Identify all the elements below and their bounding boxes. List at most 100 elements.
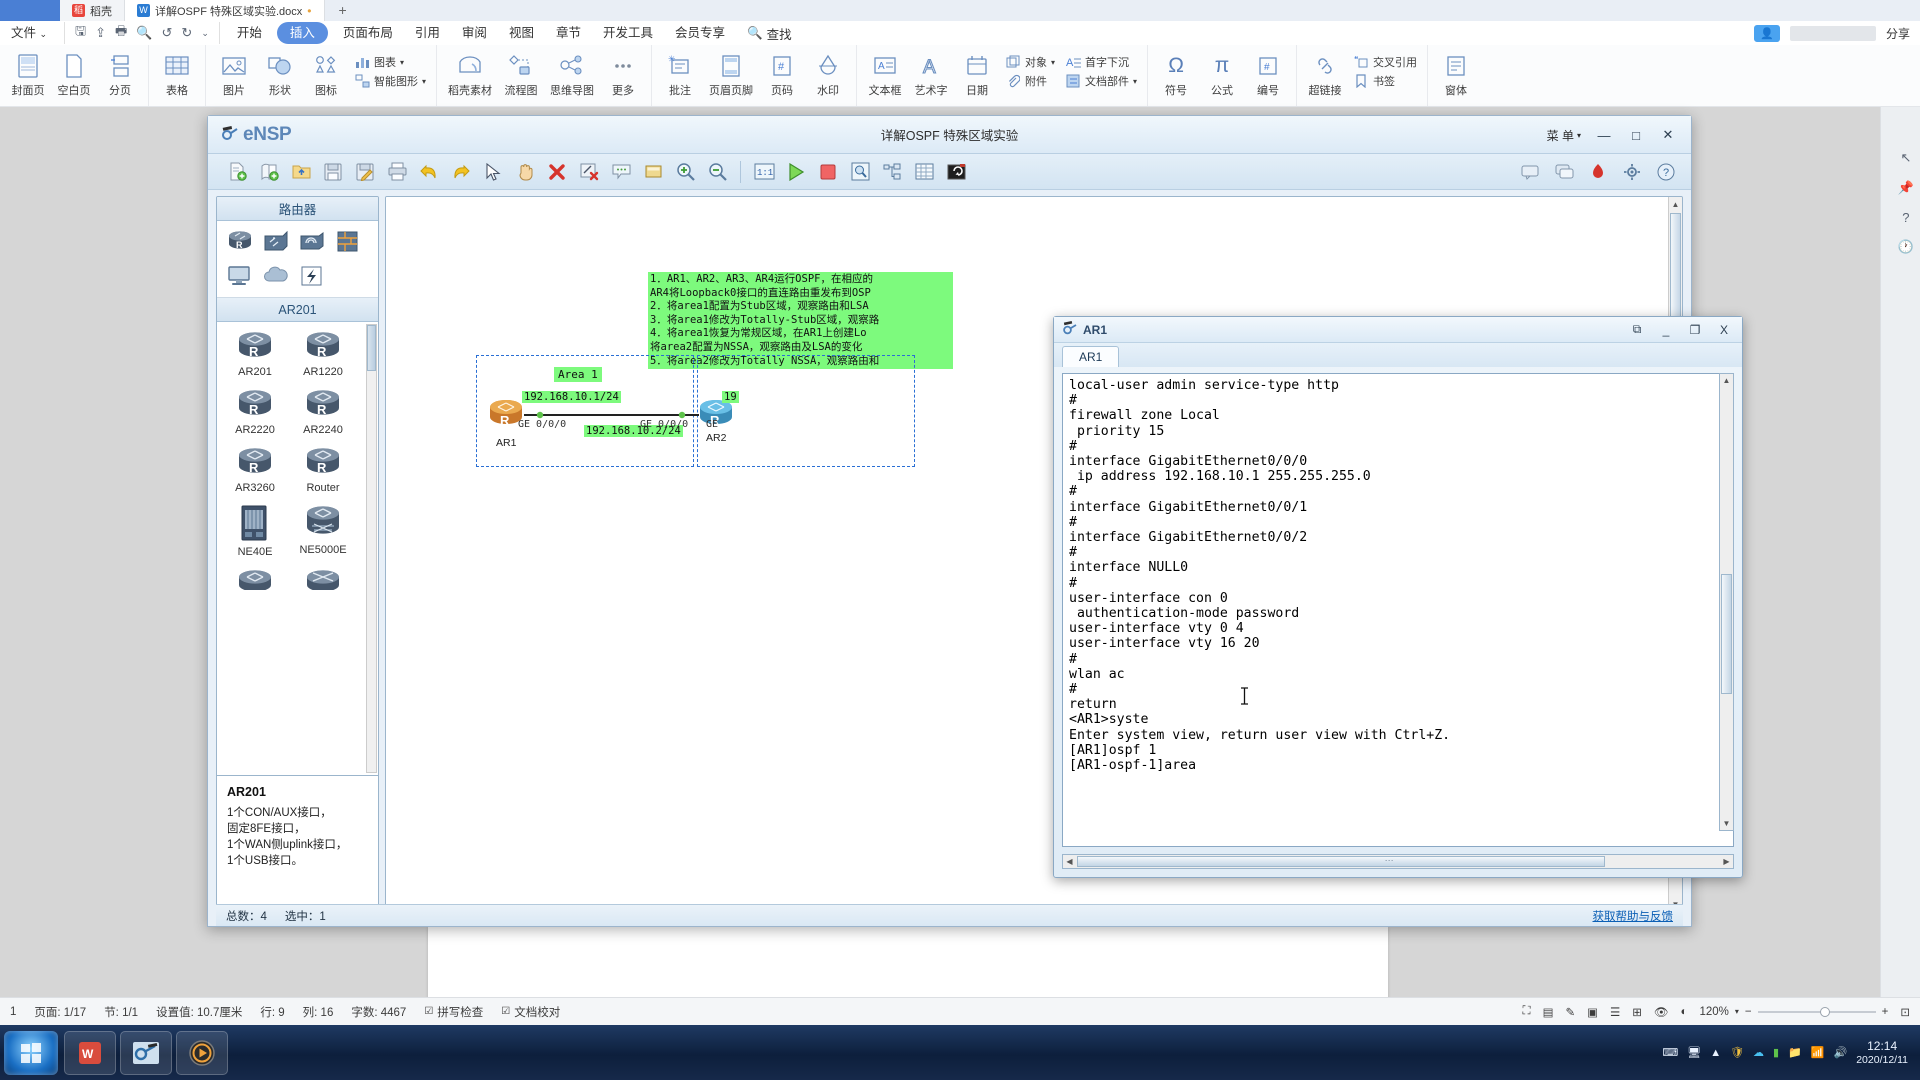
ribbon-doc-parts[interactable]: 文档部件 ▾ [1065,73,1137,89]
delete-icon[interactable] [542,158,572,186]
volume-icon[interactable]: 🔊 [1834,1046,1848,1059]
zoom-out-button[interactable]: − [1745,1006,1752,1018]
ribbon-shapes[interactable]: 形状 [258,49,302,100]
ensp-minimize-button[interactable]: — [1589,124,1619,146]
pin-tool-icon[interactable]: 📌 [1898,180,1914,196]
device-item-ar201[interactable]: R AR201 [221,330,289,378]
tab-document[interactable]: W 详解OSPF 特殊区域实验.docx • [125,0,325,21]
new-tab-button[interactable]: + [325,0,361,21]
device-item-ar1220[interactable]: R AR1220 [289,330,357,378]
device-item-ar2240[interactable]: R AR2240 [289,388,357,436]
keyboard-icon[interactable]: ⌨ [1662,1046,1678,1059]
cursor-tool-icon[interactable]: ↖ [1900,150,1911,166]
ensp-window[interactable]: eNSP 详解OSPF 特殊区域实验 菜 单 ▾ — □ ✕ 1:1 ? 路由器… [207,115,1743,927]
ribbon-drop-cap[interactable]: A 首字下沉 [1065,54,1137,70]
shield-icon[interactable]: 🛡 [1730,1046,1744,1059]
area-label[interactable]: Area 1 [554,367,602,382]
start-button[interactable] [4,1030,58,1075]
zoom-control[interactable]: 120% ▾ − + [1699,1006,1888,1018]
ribbon-hyperlink[interactable]: 超链接 [1303,49,1347,100]
device-grid-scrollbar[interactable] [366,324,377,773]
firewall-icon[interactable] [333,228,363,256]
ribbon-picture[interactable]: 图片 [212,49,256,100]
status-word-count[interactable]: 字数: 4467 [351,1004,406,1020]
cli-scroll-up-icon[interactable]: ▲ [1720,374,1733,387]
cli-terminal-output[interactable]: local-user admin service-type http # fir… [1062,373,1734,847]
tab-shell[interactable]: 稻 稻壳 [60,0,125,21]
cloud-icon[interactable] [261,262,291,290]
status-page-of[interactable]: 页面: 1/17 [34,1004,86,1020]
zoom-in-button[interactable]: + [1882,1006,1889,1018]
ribbon-wordart[interactable]: A 艺术字 [909,49,953,100]
ribbon-blank-page[interactable]: 空白页 [52,49,96,100]
zoom-out-icon[interactable] [702,158,732,186]
cli-hscroll-thumb[interactable] [1077,856,1605,867]
ensp-menu-button[interactable]: 菜 单 ▾ [1541,125,1587,146]
redo-icon[interactable] [446,158,476,186]
ribbon-bookmark[interactable]: 书签 [1353,73,1417,89]
cli-maximize-button[interactable]: ❐ [1681,320,1709,340]
cli-window-ar1[interactable]: AR1 ⧉ _ ❐ X AR1 local-user admin service… [1053,316,1743,878]
router-icon[interactable]: R [225,228,255,256]
ribbon-more[interactable]: 更多 [601,49,645,100]
device-item-extra-2[interactable] [289,568,357,590]
ribbon-shell-material[interactable]: 稻壳素材 [443,49,497,100]
help-feedback-link[interactable]: 获取帮助与反馈 [1593,908,1674,924]
ribbon-symbol[interactable]: Ω 符号 [1154,49,1198,100]
ribbon-textbox[interactable]: A 文本框 [863,49,907,100]
status-proofread[interactable]: ☑ 文档校对 [501,1004,560,1020]
ribbon-comment[interactable]: ✳ 批注 [658,49,702,100]
ribbon-page-number[interactable]: # 页码 [760,49,804,100]
ribbon-smartart[interactable]: 智能图形 ▾ [354,73,426,89]
tab-page-layout[interactable]: 页面布局 [332,21,404,45]
device-model-grid[interactable]: R AR201 R AR1220 R AR2220 R AR2240 R AR3… [217,322,378,775]
link-ar1-ar2[interactable] [524,411,699,419]
folder-icon[interactable]: 📁 [1788,1046,1802,1059]
status-spellcheck[interactable]: ☑ 拼写检查 [424,1004,483,1020]
edit-mode-icon[interactable]: ✎ [1565,1005,1575,1019]
ip-label-ar1[interactable]: 192.168.10.1/24 [522,391,621,403]
settings-icon[interactable] [1617,158,1647,186]
fullscreen-icon[interactable]: ⛶ [1523,1005,1531,1018]
print-icon[interactable] [382,158,412,186]
zoom-level-label[interactable]: 120% [1699,1006,1728,1018]
device-item-ar2220[interactable]: R AR2220 [221,388,289,436]
tab-references[interactable]: 引用 [404,21,451,45]
ribbon-header-footer[interactable]: 页眉页脚 [704,49,758,100]
network-icon[interactable]: 📶 [1811,1046,1825,1059]
cli-tab-ar1[interactable]: AR1 [1062,346,1120,367]
tab-view[interactable]: 视图 [498,21,545,45]
cli-vertical-scrollbar[interactable]: ▲ ▼ [1719,373,1734,831]
new-device-icon[interactable] [254,158,284,186]
tab-start[interactable]: 开始 [226,21,273,45]
huawei-icon[interactable] [1583,158,1613,186]
search-button[interactable]: 🔍 查找 [736,24,803,43]
screenshot-icon[interactable] [941,158,971,186]
device-item-router[interactable]: R Router [289,446,357,494]
save-icon[interactable] [318,158,348,186]
ribbon-table[interactable]: 表格 [155,49,199,100]
forum-icon[interactable] [1549,158,1579,186]
wlan-icon[interactable] [297,228,327,256]
pc-icon[interactable] [225,262,255,290]
ribbon-page-break[interactable]: 分页 [98,49,142,100]
cli-restore-small-button[interactable]: ⧉ [1623,320,1651,340]
ribbon-flowchart[interactable]: 流程图 [499,49,543,100]
tab-insert[interactable]: 插入 [276,22,328,44]
text-note-icon[interactable] [606,158,636,186]
undo-icon[interactable] [414,158,444,186]
ribbon-formula[interactable]: π 公式 [1200,49,1244,100]
ip-label-ar2-right[interactable]: 19 [722,391,739,403]
customize-qa-icon[interactable]: ⌄ [201,28,209,39]
outline-view-icon[interactable]: ☰ [1610,1005,1620,1019]
taskbar-clock[interactable]: 12:14 2020/12/11 [1856,1039,1908,1067]
page-layout-icon[interactable]: ▣ [1587,1005,1598,1019]
cli-scroll-down-icon[interactable]: ▼ [1720,817,1733,830]
monitor-icon[interactable]: 🖥 [1687,1046,1701,1059]
device-item-ne5000e[interactable]: NE5000E [289,504,357,558]
switch-icon[interactable] [261,228,291,256]
cli-horizontal-scrollbar[interactable]: ◀ ▶ ⋯ [1062,854,1734,869]
share-button[interactable]: 分享 [1886,25,1910,42]
node-ar2-label[interactable]: AR2 [706,432,726,444]
wps-app-logo[interactable] [0,0,60,21]
